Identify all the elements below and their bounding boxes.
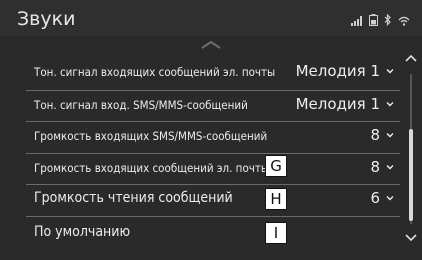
list-item-label: По умолчанию [34,224,131,240]
list-item-label: Громкость входящих сообщений эл. почты [34,161,270,175]
chevron-down-icon [386,196,394,201]
chevron-down-icon[interactable] [404,232,418,242]
signal-icon [351,16,362,26]
value-text: 8 [370,126,380,144]
list-item-sms-tone[interactable]: Тон. сигнал вход. SMS/MMS-сообщений Мело… [26,90,400,123]
list-item-email-volume[interactable]: Громкость входящих сообщений эл. почты 8 [26,153,400,186]
value-text: Мелодия 1 [295,62,380,80]
list-item-label: Громкость чтения сообщений [34,190,233,206]
list-item-value: 6 [370,189,394,207]
value-text: 8 [370,158,380,176]
divider [26,216,400,217]
list-item-sms-volume[interactable]: Громкость входящих SMS/MMS-сообщений 8 [26,121,400,154]
list-item-reading-volume[interactable]: Громкость чтения сообщений 6 [26,184,400,217]
list-item-value: Мелодия 1 [296,62,394,80]
chevron-down-icon [386,133,394,138]
wifi-icon [398,16,410,26]
chevron-down-icon [386,69,394,74]
chevron-up-icon[interactable] [404,54,418,64]
list-item-label: Тон. сигнал вход. SMS/MMS-сообщений [34,98,248,112]
header-bar: Звуки [0,0,422,36]
scrollbar[interactable] [404,54,418,244]
status-bar [351,14,410,26]
value-text: 6 [370,189,380,207]
list-item-value: Мелодия 1 [296,95,394,113]
callout-h: H [265,188,287,210]
list-item-value: 8 [370,158,394,176]
scroll-up-handle-icon[interactable] [200,40,222,50]
scroll-thumb[interactable] [409,129,413,221]
sounds-screen: Звуки Тон. сигнал входящих сообщений эл.… [0,0,422,260]
list-item-value: 8 [370,126,394,144]
list-item-email-tone[interactable]: Тон. сигнал входящих сообщений эл. почты… [26,57,400,90]
bluetooth-icon [384,14,391,26]
chevron-down-icon [386,165,394,170]
battery-icon [369,14,378,26]
list-item-label: Громкость входящих SMS/MMS-сообщений [34,129,268,143]
callout-i: I [265,222,287,244]
callout-g: G [265,155,287,177]
page-title: Звуки [17,8,76,30]
chevron-down-icon [386,102,394,107]
value-text: Мелодия 1 [295,95,380,113]
list-item-label: Тон. сигнал входящих сообщений эл. почты [34,65,276,79]
list-item-default[interactable]: По умолчанию [26,218,400,251]
